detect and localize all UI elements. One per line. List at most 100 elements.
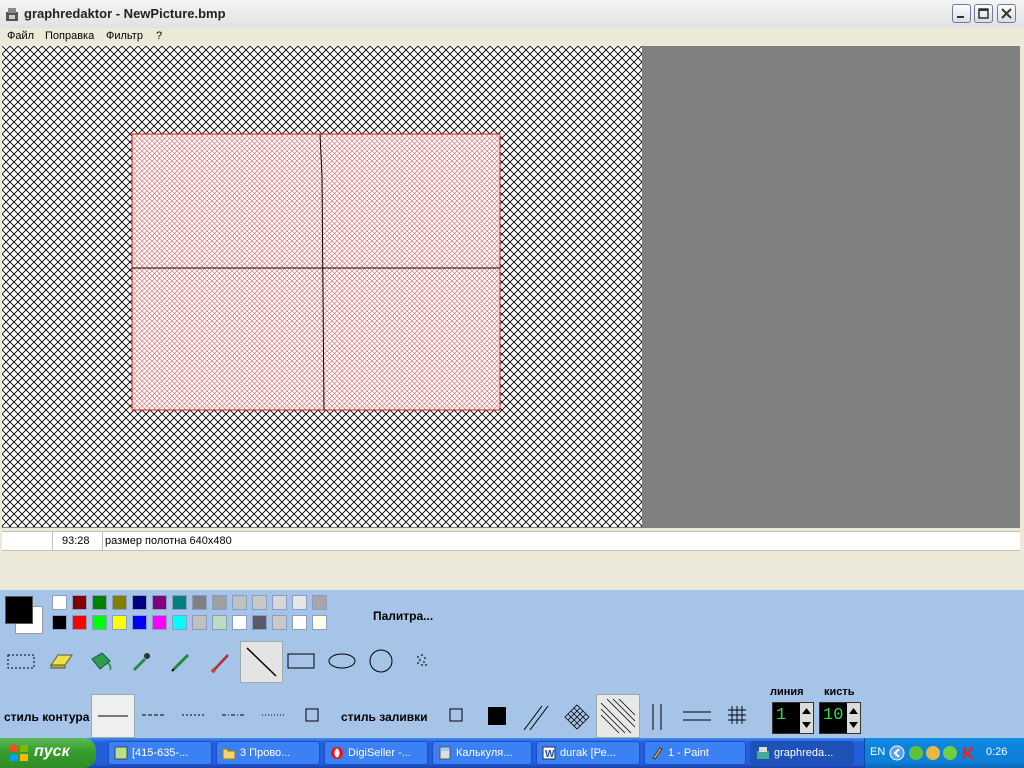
folder-icon [222, 748, 236, 760]
app-icon [6, 8, 18, 21]
clover-icon[interactable] [942, 745, 958, 761]
fill-horizontal-button[interactable] [680, 702, 714, 730]
menu-filter[interactable]: Фильтр [106, 30, 143, 42]
status-message: размер полотна 640x480 [105, 535, 232, 547]
minimize-icon [957, 16, 964, 18]
taskbar-item[interactable]: Калькуля... [432, 741, 532, 765]
fill-diagonal-button[interactable] [520, 700, 554, 734]
spinner-arrows[interactable] [800, 703, 813, 733]
maximize-icon [978, 8, 989, 19]
fill-solid-button[interactable] [486, 705, 508, 727]
color-swatch[interactable] [92, 615, 107, 630]
taskbar-item[interactable]: 3 Прово... [216, 741, 320, 765]
drawing-canvas[interactable] [2, 46, 642, 527]
maximize-button[interactable] [974, 4, 993, 23]
outline-none-button[interactable] [303, 706, 321, 724]
calculator-icon [439, 746, 451, 760]
color-swatch[interactable] [52, 595, 67, 610]
fill-none-button[interactable] [447, 706, 465, 724]
color-swatch[interactable] [152, 595, 167, 610]
taskbar-item[interactable]: W durak [Ре... [536, 741, 640, 765]
color-swatch[interactable] [172, 615, 187, 630]
brush-tool[interactable] [206, 645, 236, 677]
fill-backdiagonal-button[interactable] [596, 694, 640, 738]
outline-dot-button[interactable] [178, 705, 208, 725]
outline-dashdotdot-button[interactable] [258, 705, 288, 725]
color-swatch[interactable] [252, 595, 267, 610]
taskbar-item[interactable]: 1 - Paint [644, 741, 746, 765]
language-indicator[interactable]: EN [870, 746, 885, 758]
color-swatch[interactable] [212, 615, 227, 630]
color-swatch[interactable] [212, 595, 227, 610]
notepad-icon [114, 746, 128, 760]
color-swatch[interactable] [192, 595, 207, 610]
color-swatch[interactable] [252, 615, 267, 630]
ellipse-tool[interactable] [326, 645, 358, 677]
taskbar-item[interactable]: DigiSeller -... [324, 741, 428, 765]
title-bar: graphredaktor - NewPicture.bmp [0, 0, 1024, 29]
status-separator [102, 532, 103, 550]
brush-size-spinner[interactable]: 10 [819, 702, 861, 734]
network-icon[interactable] [925, 745, 941, 761]
menu-file[interactable]: Файл [7, 30, 34, 42]
color-swatch[interactable] [92, 595, 107, 610]
color-swatch[interactable] [292, 615, 307, 630]
color-swatch[interactable] [112, 615, 127, 630]
brush-size-label: кисть [824, 686, 855, 698]
color-swatch[interactable] [72, 615, 87, 630]
color-swatch[interactable] [52, 615, 67, 630]
clover-icon[interactable] [908, 745, 924, 761]
line-width-spinner[interactable]: 1 [772, 702, 814, 734]
expand-tray-icon[interactable] [889, 745, 905, 761]
color-swatch[interactable] [312, 615, 327, 630]
svg-text:W: W [545, 749, 555, 760]
minimize-button[interactable] [952, 4, 971, 23]
color-swatch[interactable] [232, 595, 247, 610]
rect-select-tool[interactable] [4, 645, 38, 677]
color-swatch[interactable] [272, 615, 287, 630]
outline-dash-button[interactable] [138, 705, 168, 725]
menu-help[interactable]: ? [156, 30, 162, 42]
color-swatch[interactable] [152, 615, 167, 630]
outline-solid-button[interactable] [91, 694, 135, 738]
spinner-arrows[interactable] [847, 703, 860, 733]
palette-button[interactable]: Палитра... [373, 609, 433, 623]
color-swatch[interactable] [272, 595, 287, 610]
fill-vertical-button[interactable] [644, 700, 670, 734]
antivirus-icon[interactable] [961, 745, 975, 761]
color-swatch[interactable] [132, 595, 147, 610]
eyedropper-tool[interactable] [126, 645, 156, 677]
color-swatch[interactable] [112, 595, 127, 610]
fill-crosshatch-diag-button[interactable] [560, 700, 594, 734]
fill-style-label: стиль заливки [341, 710, 428, 724]
color-swatch[interactable] [72, 595, 87, 610]
close-icon [1001, 8, 1012, 19]
brush-size-value: 10 [823, 706, 844, 725]
line-width-value: 1 [776, 706, 787, 725]
status-separator [52, 532, 53, 550]
menu-edit[interactable]: Поправка [45, 30, 94, 42]
system-tray: EN 0:26 [864, 738, 1024, 768]
color-swatch[interactable] [132, 615, 147, 630]
primary-color-swatch[interactable] [5, 596, 33, 624]
word-icon: W [542, 746, 556, 760]
pencil-tool[interactable] [166, 645, 196, 677]
color-swatch[interactable] [292, 595, 307, 610]
color-swatch[interactable] [192, 615, 207, 630]
fill-grid-button[interactable] [724, 702, 750, 728]
line-tool[interactable] [240, 641, 283, 683]
rectangle-tool[interactable] [285, 645, 317, 677]
close-button[interactable] [997, 4, 1016, 23]
taskbar-item[interactable]: [415-635-... [108, 741, 212, 765]
color-swatch[interactable] [312, 595, 327, 610]
eraser-tool[interactable] [46, 645, 76, 677]
taskbar-item-active[interactable]: graphreda... [750, 741, 854, 765]
outline-style-label: стиль контура [4, 710, 90, 724]
circle-tool[interactable] [366, 645, 396, 677]
outline-dashdot-button[interactable] [218, 705, 248, 725]
start-button[interactable]: пуск [0, 738, 96, 768]
color-swatch[interactable] [232, 615, 247, 630]
color-swatch[interactable] [172, 595, 187, 610]
spray-tool[interactable] [408, 645, 436, 677]
fill-tool[interactable] [86, 645, 116, 677]
